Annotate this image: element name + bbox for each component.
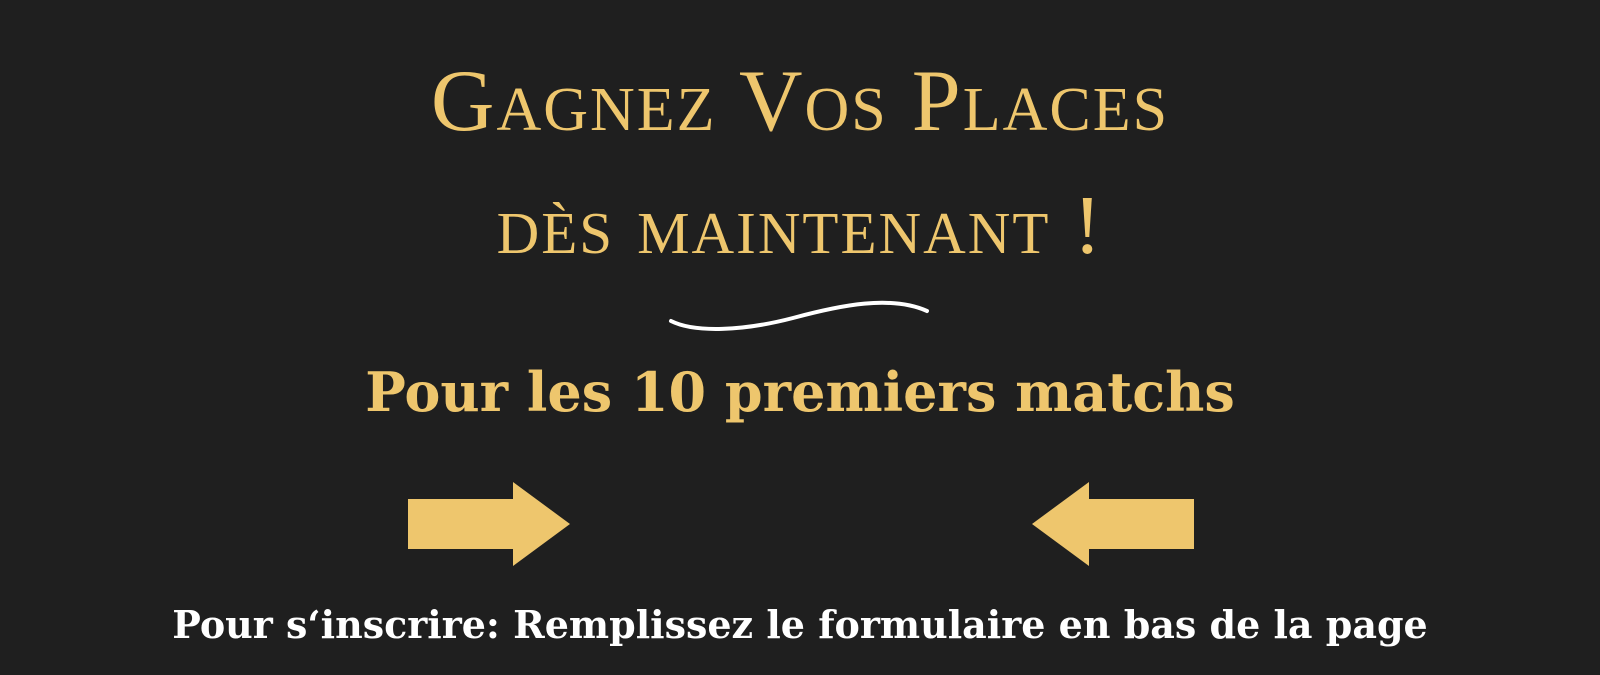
arrow-right-icon (408, 482, 570, 566)
wavy-divider (669, 300, 929, 331)
subheadline: Pour les 10 premiers matchs (365, 360, 1235, 424)
headline-line-2: dès maintenant ! (496, 179, 1104, 272)
arrow-left-icon (1032, 482, 1194, 566)
cta-text: Pour s‘inscrire: Remplissez le formulair… (172, 602, 1428, 647)
headline-line-1: Gagnez Vos Places (430, 53, 1170, 150)
